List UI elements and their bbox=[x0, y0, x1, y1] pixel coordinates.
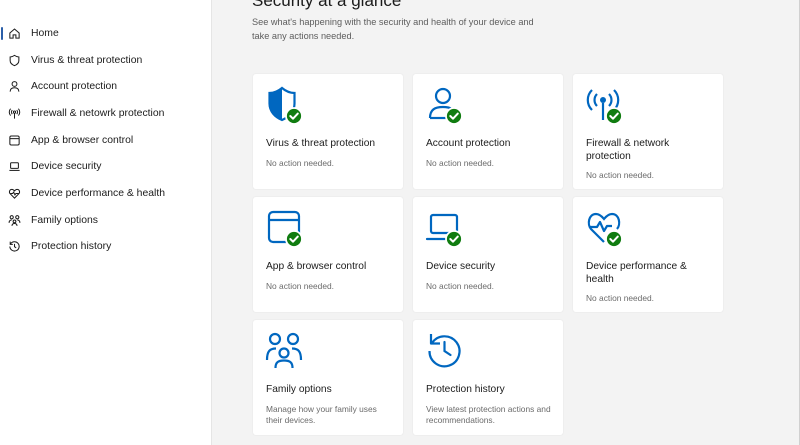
card-description: View latest protection actions and recom… bbox=[426, 404, 551, 425]
card-title: Protection history bbox=[426, 384, 505, 395]
sidebar-item-label: Protection history bbox=[31, 241, 112, 253]
card-status: No action needed. bbox=[426, 281, 494, 291]
antenna-icon bbox=[7, 106, 21, 120]
sidebar-item-label: Family options bbox=[31, 214, 98, 226]
antenna-check-icon bbox=[586, 86, 626, 126]
card-title: Account protection bbox=[426, 138, 511, 149]
family-icon bbox=[265, 332, 306, 372]
sidebar-item-device-performance[interactable]: Device performance & health bbox=[0, 180, 212, 207]
sidebar-item-protection-history[interactable]: Protection history bbox=[0, 234, 212, 261]
card-title: Device performance & health bbox=[586, 261, 687, 285]
card-status: No action needed. bbox=[266, 158, 334, 168]
card-family-options[interactable]: Family options Manage how your family us… bbox=[253, 320, 403, 435]
browser-window-icon bbox=[7, 133, 21, 147]
card-title: App & browser control bbox=[266, 261, 367, 272]
person-icon bbox=[7, 80, 21, 94]
card-virus-threat-protection[interactable]: Virus & threat protection No action need… bbox=[253, 74, 403, 189]
sidebar-item-family-options[interactable]: Family options bbox=[0, 207, 212, 234]
card-title: Family options bbox=[266, 384, 332, 395]
page-subtitle: See what's happening with the security a… bbox=[252, 17, 534, 41]
person-check-icon bbox=[426, 86, 466, 126]
sidebar-item-home[interactable]: Home bbox=[0, 20, 212, 47]
home-icon bbox=[7, 26, 21, 40]
sidebar-item-account-protection[interactable]: Account protection bbox=[0, 73, 212, 100]
sidebar-item-label: App & browser control bbox=[31, 134, 134, 146]
history-icon bbox=[7, 240, 21, 254]
family-icon bbox=[7, 213, 21, 227]
card-device-performance-health[interactable]: Device performance & health No action ne… bbox=[573, 197, 723, 312]
heart-pulse-icon bbox=[7, 186, 21, 200]
card-firewall-network-protection[interactable]: Firewall & network protection No action … bbox=[573, 74, 723, 189]
shield-icon bbox=[7, 53, 21, 67]
sidebar-item-label: Virus & threat protection bbox=[31, 54, 143, 66]
windows-security-window: Home Virus & threat protection Account p… bbox=[0, 0, 800, 445]
sidebar-item-device-security[interactable]: Device security bbox=[0, 153, 212, 180]
sidebar-item-app-browser-control[interactable]: App & browser control bbox=[0, 127, 212, 154]
sidebar: Home Virus & threat protection Account p… bbox=[0, 0, 212, 445]
history-icon bbox=[426, 332, 466, 372]
sidebar-item-label: Account protection bbox=[31, 81, 118, 93]
laptop-icon bbox=[7, 160, 21, 174]
card-title: Virus & threat protection bbox=[266, 138, 376, 149]
browser-check-icon bbox=[266, 209, 306, 249]
card-title: Device security bbox=[426, 261, 496, 272]
sidebar-item-virus-threat-protection[interactable]: Virus & threat protection bbox=[0, 47, 212, 74]
main-content: Security at a glance See what's happenin… bbox=[213, 0, 800, 445]
card-protection-history[interactable]: Protection history View latest protectio… bbox=[413, 320, 563, 435]
sidebar-item-label: Device security bbox=[31, 161, 102, 173]
card-app-browser-control[interactable]: App & browser control No action needed. bbox=[253, 197, 403, 312]
sidebar-item-label: Home bbox=[31, 27, 59, 39]
sidebar-item-firewall[interactable]: Firewall & netowrk protection bbox=[0, 100, 212, 127]
card-status: No action needed. bbox=[586, 293, 654, 303]
laptop-check-icon bbox=[425, 209, 466, 249]
page-title: Security at a glance bbox=[252, 0, 402, 10]
card-status: No action needed. bbox=[266, 281, 334, 291]
card-device-security[interactable]: Device security No action needed. bbox=[413, 197, 563, 312]
card-account-protection[interactable]: Account protection No action needed. bbox=[413, 74, 563, 189]
card-status: No action needed. bbox=[586, 170, 654, 180]
sidebar-item-label: Firewall & netowrk protection bbox=[31, 107, 165, 119]
shield-check-icon bbox=[266, 86, 306, 126]
card-title: Firewall & network protection bbox=[586, 138, 670, 162]
card-description: Manage how your family uses their device… bbox=[266, 404, 377, 425]
sidebar-item-label: Device performance & health bbox=[31, 187, 165, 199]
nav-list: Home Virus & threat protection Account p… bbox=[0, 20, 212, 260]
heart-check-icon bbox=[586, 209, 626, 249]
card-status: No action needed. bbox=[426, 158, 494, 168]
